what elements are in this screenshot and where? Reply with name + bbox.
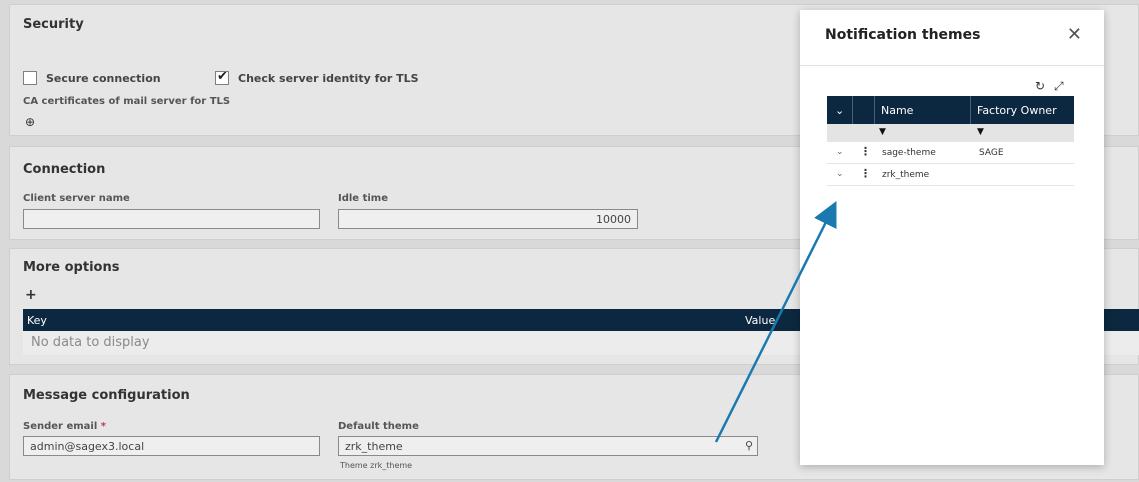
chevron-down-icon[interactable]: ⌄: [836, 169, 844, 179]
table-row[interactable]: ⌄ ⋮ zrk_theme: [827, 164, 1074, 186]
default-theme-input[interactable]: zrk_theme ⚲: [338, 436, 758, 456]
sender-email-label: Sender email *: [23, 421, 106, 432]
client-server-name-label: Client server name: [23, 193, 130, 204]
close-icon[interactable]: ✕: [1067, 24, 1082, 45]
column-name[interactable]: Name: [875, 96, 971, 124]
zoom-in-icon[interactable]: ⊕: [25, 115, 35, 129]
table-row[interactable]: ⌄ ⋮ sage-theme SAGE: [827, 142, 1074, 164]
connection-title: Connection: [23, 162, 106, 177]
column-factory-owner[interactable]: Factory Owner: [971, 96, 1074, 124]
idle-time-label: Idle time: [338, 193, 388, 204]
themes-table-header: ⌄ Name Factory Owner: [827, 96, 1074, 124]
header-spacer: [853, 96, 875, 124]
filter-icon[interactable]: ▼: [879, 127, 886, 137]
checkmark-icon: ✔: [217, 69, 228, 84]
themes-table: ⌄ Name Factory Owner ▼ ▼ ⌄ ⋮ sage-theme …: [827, 96, 1074, 186]
more-options-title: More options: [23, 260, 120, 275]
default-theme-label: Default theme: [338, 421, 419, 432]
idle-time-input[interactable]: 10000: [338, 209, 638, 229]
dialog-divider: [800, 65, 1104, 66]
ca-certificates-label: CA certificates of mail server for TLS: [23, 96, 231, 107]
chevron-down-icon[interactable]: ⌄: [827, 96, 853, 124]
message-config-title: Message configuration: [23, 388, 190, 403]
client-server-name-input[interactable]: [23, 209, 320, 229]
default-theme-value: zrk_theme: [345, 440, 403, 453]
dialog-title: Notification themes: [825, 27, 981, 43]
check-server-identity-label: Check server identity for TLS: [238, 72, 419, 85]
filter-icon[interactable]: ▼: [977, 127, 984, 137]
theme-name: sage-theme: [882, 148, 936, 158]
sender-email-label-text: Sender email: [23, 421, 98, 432]
notification-themes-dialog: Notification themes ✕ ↻ ⤢ ⌄ Name Factory…: [800, 10, 1104, 465]
required-marker: *: [100, 421, 106, 432]
column-value[interactable]: Value: [745, 314, 775, 327]
secure-connection-checkbox[interactable]: [23, 71, 37, 85]
refresh-icon[interactable]: ↻: [1035, 79, 1045, 93]
add-row-button[interactable]: +: [25, 287, 37, 303]
more-actions-icon[interactable]: ⋮: [860, 145, 871, 158]
security-title: Security: [23, 17, 84, 32]
chevron-down-icon[interactable]: ⌄: [836, 147, 844, 157]
theme-name: zrk_theme: [882, 170, 930, 180]
filter-row: ▼ ▼: [827, 124, 1074, 142]
theme-owner: SAGE: [979, 148, 1004, 158]
secure-connection-label: Secure connection: [46, 72, 161, 85]
column-key[interactable]: Key: [27, 314, 47, 327]
default-theme-hint: Theme zrk_theme: [340, 461, 413, 470]
sender-email-input[interactable]: admin@sagex3.local: [23, 436, 320, 456]
more-actions-icon[interactable]: ⋮: [860, 167, 871, 180]
check-server-identity-checkbox[interactable]: ✔: [215, 69, 229, 85]
search-icon[interactable]: ⚲: [745, 439, 753, 452]
expand-icon[interactable]: ⤢: [1054, 79, 1064, 94]
